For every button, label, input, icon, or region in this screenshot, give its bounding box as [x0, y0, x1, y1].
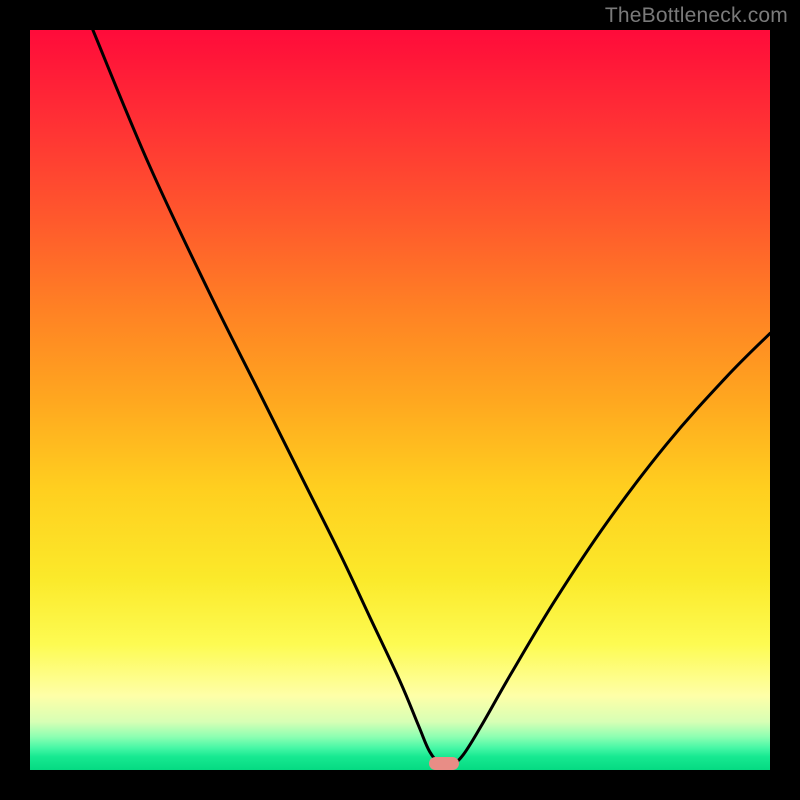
- watermark-text: TheBottleneck.com: [605, 4, 788, 28]
- bottleneck-curve: [30, 30, 770, 770]
- trough-marker: [429, 757, 459, 770]
- chart-frame: TheBottleneck.com: [0, 0, 800, 800]
- plot-area: [30, 30, 770, 770]
